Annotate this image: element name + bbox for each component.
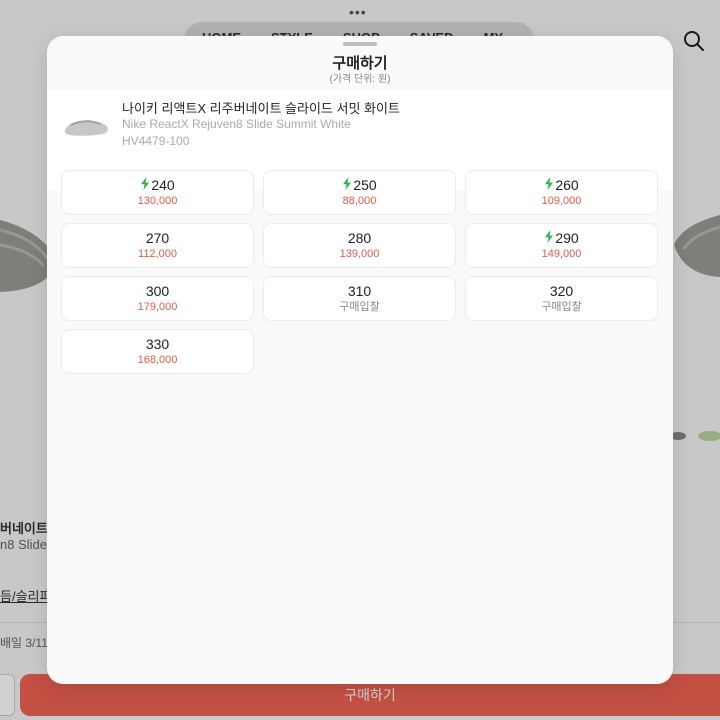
size-option-270[interactable]: 270 112,000 bbox=[61, 223, 254, 268]
size-price: 88,000 bbox=[342, 195, 377, 207]
size-label: 310 bbox=[347, 283, 372, 299]
product-name-ko: 나이키 리액트X 리주버네이트 슬라이드 서밋 화이트 bbox=[122, 101, 400, 116]
bolt-icon bbox=[342, 177, 352, 194]
size-price: 109,000 bbox=[541, 195, 582, 207]
product-thumbnail bbox=[64, 120, 108, 136]
price-unit-note: (가격 단위: 원) bbox=[329, 74, 391, 85]
sheet-grabber[interactable] bbox=[343, 42, 377, 46]
size-option-330[interactable]: 330 168,000 bbox=[61, 329, 254, 374]
size-price: 112,000 bbox=[138, 248, 177, 260]
size-label: 280 bbox=[347, 230, 372, 246]
bolt-icon bbox=[140, 177, 150, 194]
size-option-top: 290 bbox=[544, 230, 579, 247]
size-option-260[interactable]: 260 109,000 bbox=[465, 170, 658, 215]
size-label: 240 bbox=[151, 177, 175, 193]
buy-bid-label: 구매입찰 bbox=[339, 301, 380, 313]
buy-bid-label: 구매입찰 bbox=[541, 301, 582, 313]
size-option-top: 270 bbox=[146, 230, 169, 247]
size-price: 168,000 bbox=[137, 354, 178, 366]
size-price: 149,000 bbox=[541, 248, 582, 260]
size-option-top: 280 bbox=[348, 230, 371, 247]
size-option-top: 240 bbox=[140, 177, 175, 194]
product-model-number: HV4479-100 bbox=[122, 134, 190, 148]
size-label: 330 bbox=[145, 336, 170, 352]
size-option-240[interactable]: 240 130,000 bbox=[61, 170, 254, 215]
size-option-250[interactable]: 250 88,000 bbox=[263, 170, 456, 215]
size-option-top: 300 bbox=[146, 283, 169, 300]
size-price: 139,000 bbox=[339, 248, 380, 260]
size-option-300[interactable]: 300 179,000 bbox=[61, 276, 254, 321]
size-label: 270 bbox=[145, 230, 170, 246]
size-label: 250 bbox=[353, 177, 377, 193]
size-option-top: 310 bbox=[348, 283, 371, 300]
size-price: 179,000 bbox=[137, 301, 178, 313]
product-name-en: Nike ReactX Rejuven8 Slide Summit White bbox=[122, 117, 351, 131]
size-option-290[interactable]: 290 149,000 bbox=[465, 223, 658, 268]
bolt-icon bbox=[544, 177, 554, 194]
size-grid: 240 130,000 250 88,000 260 109,000 270 112,000 2… bbox=[61, 170, 658, 374]
size-label: 260 bbox=[555, 177, 579, 193]
size-option-280[interactable]: 280 139,000 bbox=[263, 223, 456, 268]
size-label: 300 bbox=[145, 283, 170, 299]
size-option-top: 250 bbox=[342, 177, 377, 194]
size-option-top: 330 bbox=[146, 336, 169, 353]
size-label: 290 bbox=[555, 230, 579, 246]
size-option-310[interactable]: 310 구매입찰 bbox=[263, 276, 456, 321]
purchase-sheet: 구매하기 (가격 단위: 원) 나이키 리액트X 리주버네이트 슬라이드 서밋 … bbox=[47, 36, 673, 684]
size-price: 130,000 bbox=[137, 195, 178, 207]
size-label: 320 bbox=[549, 283, 574, 299]
bolt-icon bbox=[544, 230, 554, 247]
size-option-320[interactable]: 320 구매입찰 bbox=[465, 276, 658, 321]
size-option-top: 320 bbox=[550, 283, 573, 300]
size-option-top: 260 bbox=[544, 177, 579, 194]
